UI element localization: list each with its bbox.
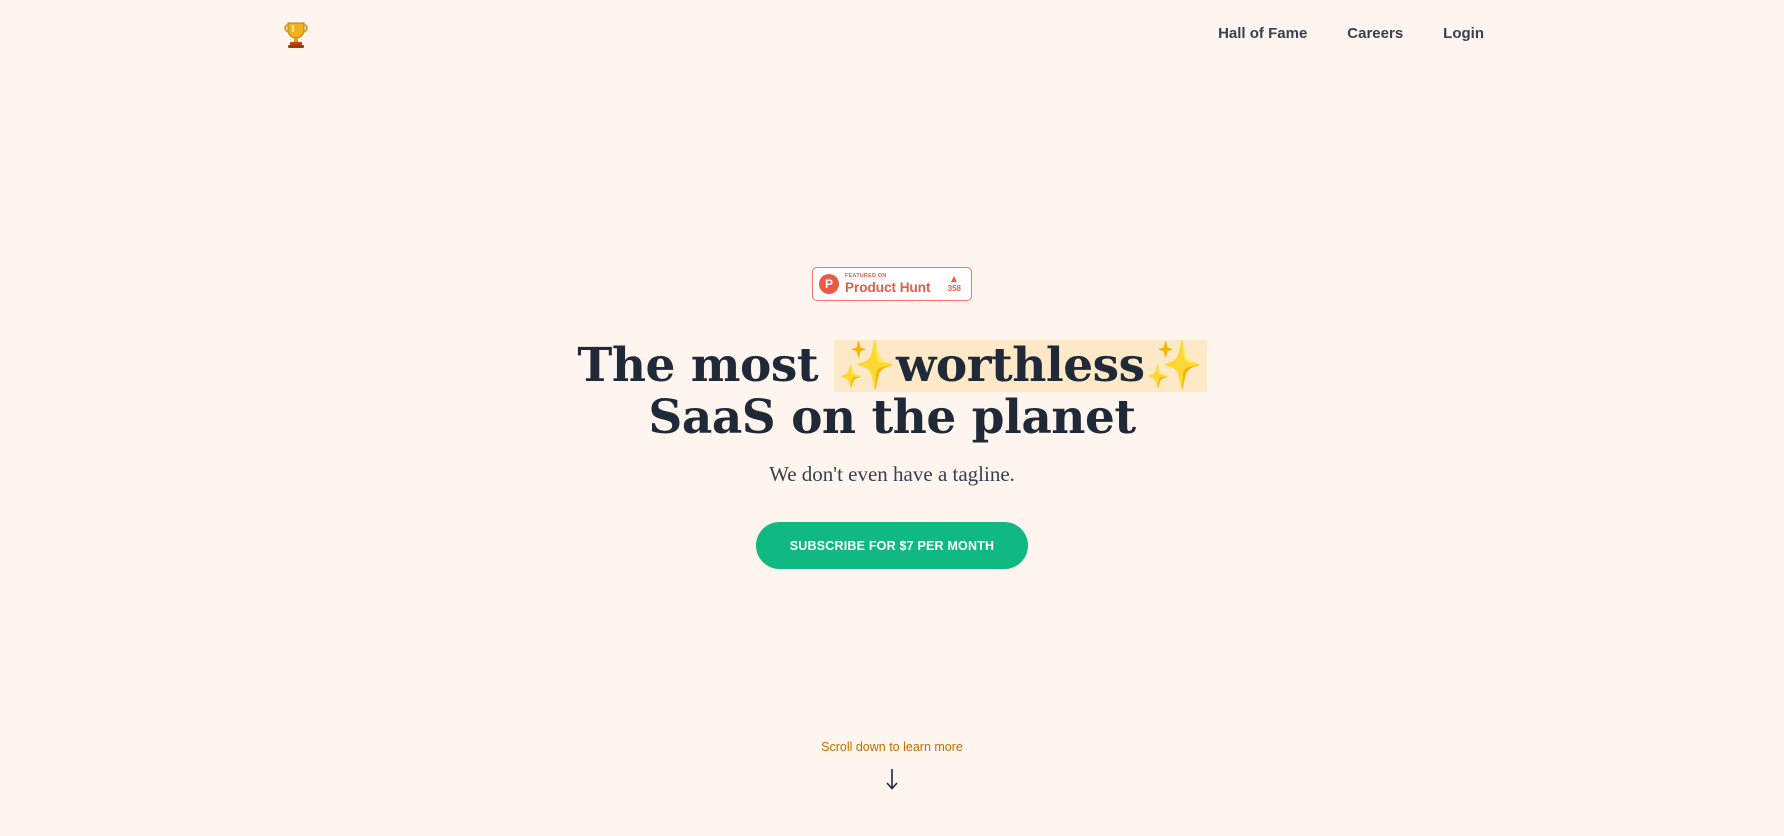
- upvote-counter: 358: [947, 275, 961, 293]
- product-hunt-logo-icon: P: [819, 274, 839, 294]
- landing-page: Hall of Fame Careers Login P FEATURED ON…: [0, 0, 1784, 836]
- trophy-icon[interactable]: [283, 20, 309, 50]
- nav-hall-of-fame[interactable]: Hall of Fame: [1218, 24, 1307, 44]
- sparkles-icon: ✨: [1144, 338, 1204, 393]
- featured-on-label: FEATURED ON: [845, 272, 887, 279]
- page-title: The most ✨worthless✨ SaaS on the planet: [0, 340, 1784, 443]
- tagline: We don't even have a tagline.: [769, 462, 1015, 486]
- upvote-count: 358: [947, 283, 961, 293]
- top-nav: Hall of Fame Careers Login: [1218, 24, 1484, 44]
- scroll-hint: Scroll down to learn more: [821, 740, 963, 754]
- nav-login[interactable]: Login: [1443, 24, 1484, 44]
- hero: The most ✨worthless✨ SaaS on the planet: [0, 340, 1784, 443]
- product-hunt-text: FEATURED ON Product Hunt: [845, 272, 931, 295]
- headline-prefix: The most: [577, 338, 834, 393]
- highlighted-word: ✨worthless✨: [833, 338, 1207, 393]
- sparkles-icon: ✨: [837, 338, 897, 393]
- upvote-triangle-icon: [951, 275, 958, 282]
- headline-line2: SaaS on the planet: [648, 390, 1136, 445]
- nav-careers[interactable]: Careers: [1347, 24, 1403, 44]
- highlight-text: worthless: [895, 338, 1145, 393]
- subscribe-button[interactable]: SUBSCRIBE FOR $7 PER MONTH: [756, 522, 1028, 569]
- arrow-down-icon: [882, 766, 902, 792]
- product-hunt-name: Product Hunt: [845, 280, 931, 295]
- product-hunt-badge[interactable]: P FEATURED ON Product Hunt 358: [812, 267, 972, 301]
